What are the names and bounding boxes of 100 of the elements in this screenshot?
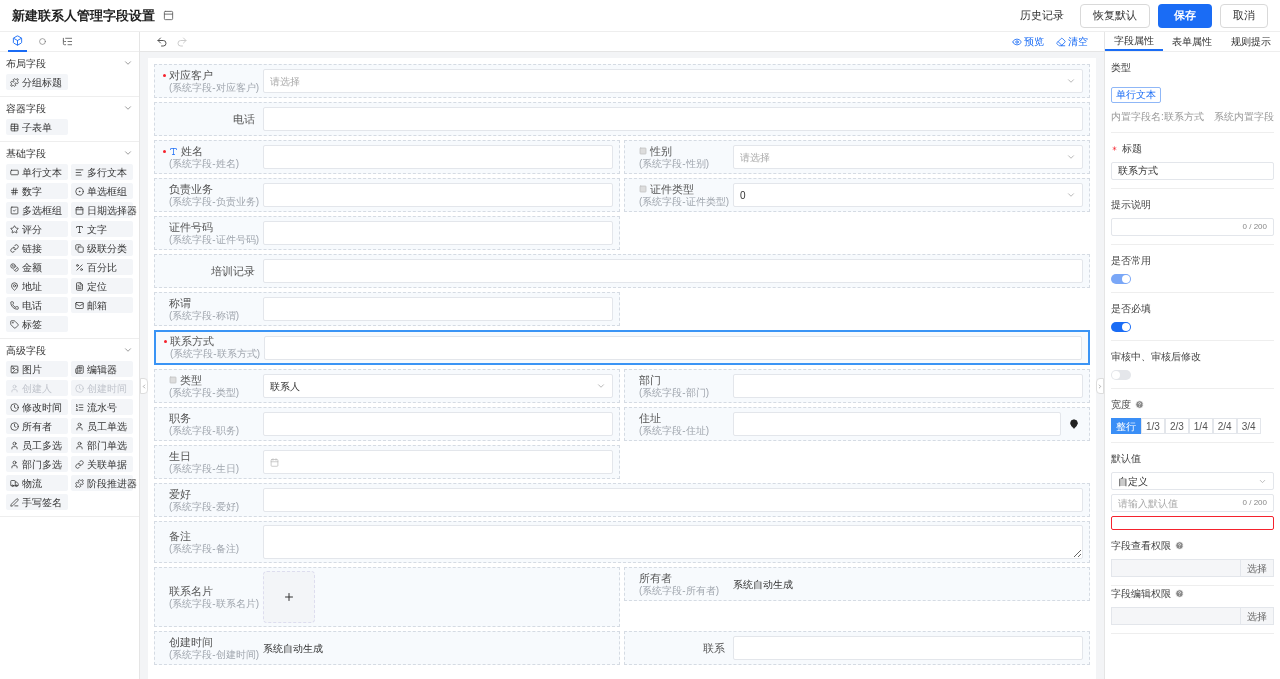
width-option[interactable]: 1/3 bbox=[1141, 418, 1165, 434]
text-input[interactable] bbox=[263, 145, 613, 169]
pin-icon[interactable] bbox=[1069, 419, 1079, 429]
field-card[interactable]: 联系 bbox=[624, 631, 1090, 665]
field-type-item[interactable]: 部门多选 bbox=[6, 456, 68, 472]
text-input[interactable] bbox=[264, 335, 1082, 360]
field-type-item[interactable]: 员工单选 bbox=[71, 418, 133, 434]
default-value-input[interactable]: 请输入默认值 0 / 200 bbox=[1111, 494, 1274, 512]
width-option[interactable]: 1/4 bbox=[1188, 418, 1213, 434]
field-type-item[interactable]: 分组标题 bbox=[6, 74, 68, 90]
field-type-item[interactable]: 部门单选 bbox=[71, 437, 133, 453]
layout-icon[interactable] bbox=[163, 10, 174, 21]
field-type-item[interactable]: 数字 bbox=[6, 183, 68, 199]
chevron-down-icon bbox=[1066, 152, 1076, 162]
field-type-item[interactable]: 编辑器 bbox=[71, 361, 133, 377]
text-input[interactable] bbox=[263, 297, 613, 321]
chevron-down-icon bbox=[596, 381, 606, 391]
field-type-item[interactable]: 子表单 bbox=[6, 119, 68, 135]
help-icon[interactable] bbox=[1135, 400, 1144, 409]
title-input[interactable]: 联系方式 bbox=[1111, 162, 1274, 180]
field-type-item[interactable]: 百分比 bbox=[71, 259, 133, 275]
field-type-item[interactable]: 邮箱 bbox=[71, 297, 133, 313]
field-type-item[interactable]: 多选框组 bbox=[6, 202, 68, 218]
undo-button[interactable] bbox=[156, 35, 168, 48]
field-card[interactable]: 职务 (系统字段-职务) bbox=[154, 407, 620, 441]
section-toggle[interactable]: 容器字段 bbox=[6, 97, 133, 119]
text-input[interactable] bbox=[263, 259, 1083, 283]
field-card[interactable]: 所有者 (系统字段-所有者) 系统自动生成 bbox=[624, 567, 1090, 601]
toolbar-link[interactable]: 清空 bbox=[1056, 34, 1088, 49]
field-card[interactable]: 性别 (系统字段-性别) 请选择 bbox=[624, 140, 1090, 174]
width-option[interactable]: 3/4 bbox=[1236, 418, 1261, 434]
field-type-item[interactable]: 修改时间 bbox=[6, 399, 68, 415]
select-field[interactable]: 联系人 bbox=[263, 374, 613, 398]
field-type-item[interactable]: 手写签名 bbox=[6, 494, 68, 510]
field-type-item[interactable]: 关联单据 bbox=[71, 456, 133, 472]
field-card[interactable]: 生日 (系统字段-生日) bbox=[154, 445, 620, 479]
select-field[interactable]: 自定义 bbox=[1111, 472, 1274, 490]
field-card[interactable]: 类型 (系统字段-类型) 联系人 bbox=[154, 369, 620, 403]
field-type-item[interactable]: 所有者 bbox=[6, 418, 68, 434]
field-card[interactable]: 姓名 (系统字段-姓名) bbox=[154, 140, 620, 174]
text-input[interactable] bbox=[733, 412, 1061, 436]
field-type-item[interactable]: 标签 bbox=[6, 316, 68, 332]
field-card[interactable]: 称谓 (系统字段-称谓) bbox=[154, 292, 620, 326]
text-input[interactable] bbox=[263, 107, 1083, 131]
text-input[interactable] bbox=[733, 374, 1083, 398]
textarea-field[interactable] bbox=[263, 525, 1083, 559]
field-card[interactable]: 联系名片 (系统字段-联系名片) bbox=[154, 567, 620, 627]
date-field[interactable] bbox=[263, 450, 613, 474]
field-type-item[interactable]: 定位 bbox=[71, 278, 133, 294]
field-type-item[interactable]: 文字 bbox=[71, 221, 133, 237]
field-type-item[interactable]: 电话 bbox=[6, 297, 68, 313]
width-option[interactable]: 2/4 bbox=[1212, 418, 1237, 434]
toolbar-link[interactable]: 预览 bbox=[1012, 34, 1044, 49]
field-type-item[interactable]: 级联分类 bbox=[71, 240, 133, 256]
select-button[interactable]: 选择 bbox=[1241, 607, 1274, 625]
header-button[interactable]: 恢复默认 bbox=[1080, 3, 1150, 28]
field-type-item[interactable]: 流水号 bbox=[71, 399, 133, 415]
text-input[interactable] bbox=[263, 221, 613, 245]
collapse-handle[interactable] bbox=[140, 378, 148, 394]
clock-icon bbox=[10, 421, 19, 431]
field-type-item[interactable]: 物流 bbox=[6, 475, 68, 491]
header-button[interactable]: 保存 bbox=[1158, 3, 1212, 28]
field-card[interactable]: 电话 bbox=[154, 102, 1090, 136]
text-input[interactable] bbox=[263, 412, 613, 436]
width-option[interactable]: 2/3 bbox=[1164, 418, 1189, 434]
select-field[interactable]: 0 bbox=[733, 183, 1083, 207]
header-button[interactable]: 历史记录 bbox=[1012, 3, 1072, 28]
field-card[interactable]: 培训记录 bbox=[154, 254, 1090, 288]
field-type-item[interactable]: 单选框组 bbox=[71, 183, 133, 199]
field-type-item[interactable]: 评分 bbox=[6, 221, 68, 237]
help-icon[interactable] bbox=[1175, 589, 1184, 598]
hint-input[interactable]: 0 / 200 bbox=[1111, 218, 1274, 236]
toggle-switch[interactable] bbox=[1111, 322, 1131, 332]
field-card[interactable]: 住址 (系统字段-住址) bbox=[624, 407, 1090, 441]
section-toggle[interactable]: 高级字段 bbox=[6, 339, 133, 361]
field-card[interactable]: 联系方式 (系统字段-联系方式) bbox=[154, 330, 1090, 365]
field-card[interactable]: 爱好 (系统字段-爱好) bbox=[154, 483, 1090, 517]
field-card[interactable]: 证件号码 (系统字段-证件号码) bbox=[154, 216, 620, 250]
text-input[interactable] bbox=[263, 488, 1083, 512]
field-type-item[interactable]: 链接 bbox=[6, 240, 68, 256]
field-card[interactable]: 备注 (系统字段-备注) bbox=[154, 521, 1090, 563]
header-button[interactable]: 取消 bbox=[1220, 3, 1268, 28]
section-toggle[interactable]: 基础字段 bbox=[6, 142, 133, 164]
help-icon[interactable] bbox=[1175, 541, 1184, 550]
property-tab[interactable]: 表单属性 bbox=[1163, 32, 1222, 51]
field-type-item[interactable]: 员工多选 bbox=[6, 437, 68, 453]
field-type-item[interactable]: 图片 bbox=[6, 361, 68, 377]
section-toggle[interactable]: 布局字段 bbox=[6, 52, 133, 74]
property-tab[interactable]: 字段属性 bbox=[1105, 32, 1164, 51]
field-card[interactable]: 部门 (系统字段-部门) bbox=[624, 369, 1090, 403]
text-input[interactable] bbox=[263, 183, 613, 207]
field-card[interactable]: 负责业务 (系统字段-负责业务) bbox=[154, 178, 620, 212]
property-tab[interactable]: 规则提示 bbox=[1221, 32, 1280, 51]
upload-tile[interactable] bbox=[263, 571, 315, 623]
select-button[interactable]: 选择 bbox=[1241, 559, 1274, 577]
field-type-item[interactable]: 金额 bbox=[6, 259, 68, 275]
text-input[interactable] bbox=[733, 636, 1083, 660]
field-type-item[interactable]: 单行文本 bbox=[6, 164, 68, 180]
field-type-item[interactable]: 多行文本 bbox=[71, 164, 133, 180]
field-type-item[interactable]: 地址 bbox=[6, 278, 68, 294]
